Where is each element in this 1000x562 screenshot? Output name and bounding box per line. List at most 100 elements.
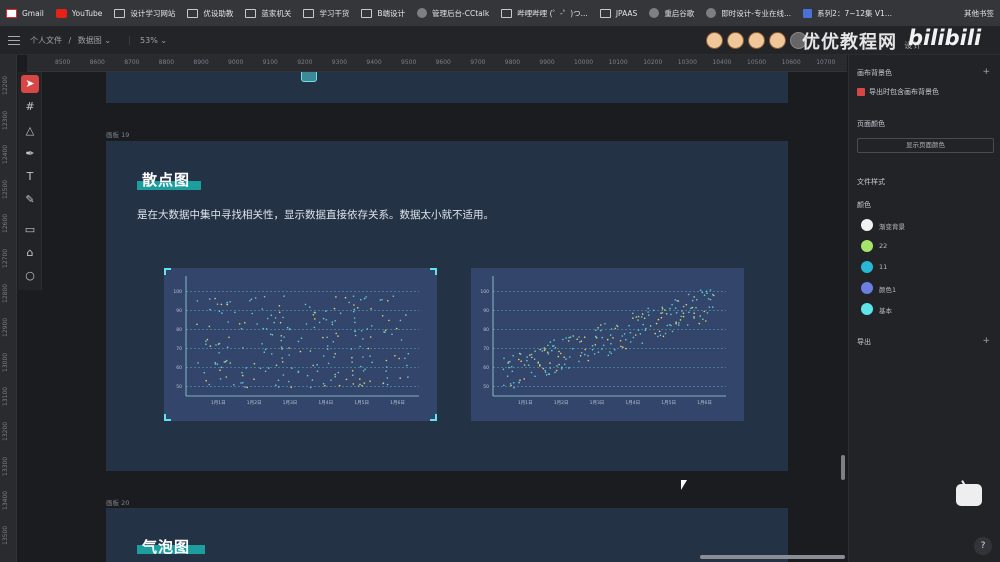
color-swatch[interactable]: [861, 261, 873, 273]
scatter-point: [286, 326, 289, 329]
bookmark-item[interactable]: 设计学习网站: [114, 8, 175, 19]
scatter-point: [362, 370, 365, 372]
bookmark-item[interactable]: 蓝家机关: [245, 8, 291, 19]
scatter-point: [209, 345, 212, 347]
scatter-point: [386, 383, 389, 386]
bookmark-item[interactable]: 学习干货: [303, 8, 349, 19]
add-canvas-bg-button[interactable]: +: [982, 67, 990, 77]
color-swatch-label[interactable]: 11: [879, 263, 887, 271]
avatar[interactable]: [769, 32, 786, 49]
avatar[interactable]: [727, 32, 744, 49]
breadcrumb-current[interactable]: 数据图 ⌄: [78, 36, 111, 45]
color-swatch-label[interactable]: 基本: [879, 305, 892, 315]
scatter-point: [371, 361, 373, 364]
scatter-point: [551, 349, 553, 352]
scatter-point: [274, 317, 277, 319]
pencil-tool-icon[interactable]: ✎: [21, 191, 39, 209]
scatter-point: [523, 364, 526, 366]
artboard-20[interactable]: 气泡图: [106, 508, 788, 562]
scatter-point: [335, 332, 337, 335]
scatter-point: [316, 370, 319, 372]
scatter-point: [682, 305, 685, 308]
mouse-cursor-icon: [681, 480, 687, 490]
export-bg-checkbox[interactable]: 导出时包含画布背景色: [857, 87, 939, 97]
bookmark-item[interactable]: 哔哩哔哩 (゜-゜)つ...: [501, 8, 588, 19]
artboard-19-label[interactable]: 画板 19: [106, 129, 129, 139]
bookmark-item[interactable]: B端设计: [361, 8, 405, 19]
bookmark-item[interactable]: YouTube: [55, 8, 102, 18]
scatter-point: [578, 336, 580, 338]
artboard-19[interactable]: 散点图 是在大数据中集中寻找相关性，显示数据直接依存关系。数据太小就不适用。 5…: [106, 141, 788, 471]
shape-tool-icon[interactable]: △: [21, 122, 39, 140]
plugin-tool-icon[interactable]: ⌂: [21, 244, 39, 262]
scatter-point: [242, 381, 244, 384]
scatter-point: [512, 354, 514, 357]
artboard-20-label[interactable]: 画板 20: [106, 497, 129, 507]
help-button[interactable]: ?: [974, 537, 992, 555]
artboard-18[interactable]: [106, 72, 788, 103]
avatar[interactable]: [748, 32, 765, 49]
bookmark-item[interactable]: JPAAS: [599, 8, 637, 18]
scatter-point: [641, 313, 644, 315]
ruler-tick-label: 10300: [677, 59, 697, 66]
scatter-chart-panel-2[interactable]: 50 60 70 80 90 100 1月1日 1月2日 1月3日 1月4日 1月5日 1月6日: [471, 268, 744, 421]
scatter-point: [601, 348, 603, 350]
scatter-point: [644, 329, 647, 331]
bookmark-item[interactable]: 管理后台-CCtalk: [417, 8, 489, 19]
vertical-scrollbar[interactable]: [841, 455, 845, 480]
scatter-point: [282, 316, 284, 319]
scatter-point: [394, 355, 396, 357]
bookmark-item[interactable]: 系列2：7~12集 V1...: [803, 8, 892, 19]
horizontal-scrollbar[interactable]: [700, 555, 845, 559]
color-swatch-label[interactable]: 渐变背景: [879, 221, 905, 231]
color-swatch[interactable]: [861, 240, 873, 252]
text-tool-icon[interactable]: T: [21, 168, 39, 186]
design-canvas[interactable]: 画板 19 散点图 是在大数据中集中寻找相关性，显示数据直接依存关系。数据太小就…: [42, 72, 847, 562]
color-swatch[interactable]: [861, 303, 873, 315]
menu-icon[interactable]: [8, 35, 20, 45]
scatter-point: [671, 330, 674, 333]
checkbox-checked-icon[interactable]: [857, 88, 865, 96]
x-tick-label: 1月5日: [354, 400, 369, 406]
scatter-chart-panel-1[interactable]: 50 60 70 80 90 100 1月1日 1月2日 1月3日 1月4日 1月5日 1月6日: [164, 268, 437, 421]
scatter-point: [256, 323, 258, 325]
scatter-point: [584, 348, 586, 351]
bookmark-item[interactable]: 即时设计-专业在线...: [706, 8, 791, 19]
color-swatch-label[interactable]: 颜色1: [879, 284, 896, 294]
color-swatch[interactable]: [861, 282, 873, 294]
add-export-button[interactable]: +: [982, 336, 990, 346]
other-bookmarks-folder[interactable]: 其他书签: [964, 8, 994, 19]
zoom-select[interactable]: 53% ⌄: [129, 35, 167, 45]
scatter-point: [503, 357, 505, 360]
y-tick-label: 60: [176, 365, 182, 371]
pen-tool-icon[interactable]: ✒: [21, 145, 39, 163]
scatter-point: [703, 294, 706, 296]
scatter-point: [580, 352, 583, 354]
bookmark-item[interactable]: Gmail: [6, 8, 44, 18]
show-page-color-button[interactable]: 显示页面颜色: [857, 138, 994, 153]
scatter-point: [509, 383, 512, 385]
bookmark-item[interactable]: 重启谷歌: [649, 8, 694, 19]
scatter-point: [352, 295, 355, 297]
scatter-point: [326, 336, 328, 339]
scatter-point: [609, 334, 612, 336]
comment-tool-icon[interactable]: ▭: [21, 221, 39, 239]
color-swatch-label[interactable]: 22: [879, 242, 887, 250]
y-tick-label: 50: [176, 384, 182, 390]
scatter-point: [583, 336, 586, 338]
scatter-point: [560, 368, 563, 370]
frame-tool-icon[interactable]: #: [21, 98, 39, 116]
scatter-point: [595, 336, 597, 338]
bookmark-label: 设计学习网站: [130, 8, 176, 18]
bookmark-item[interactable]: 优设助教: [187, 8, 233, 19]
bilibili-tv-icon[interactable]: [956, 484, 982, 506]
scatter-point: [306, 374, 309, 377]
scatter-point: [205, 340, 207, 342]
select-tool-icon[interactable]: ➤: [21, 75, 39, 93]
avatar[interactable]: [706, 32, 723, 49]
search-tool-icon[interactable]: ○: [21, 267, 39, 285]
breadcrumb-parent[interactable]: 个人文件: [30, 36, 62, 45]
color-swatch[interactable]: [861, 219, 873, 231]
ruler-tick-label: 9000: [228, 59, 244, 66]
artboard-title: 气泡图: [142, 538, 191, 556]
